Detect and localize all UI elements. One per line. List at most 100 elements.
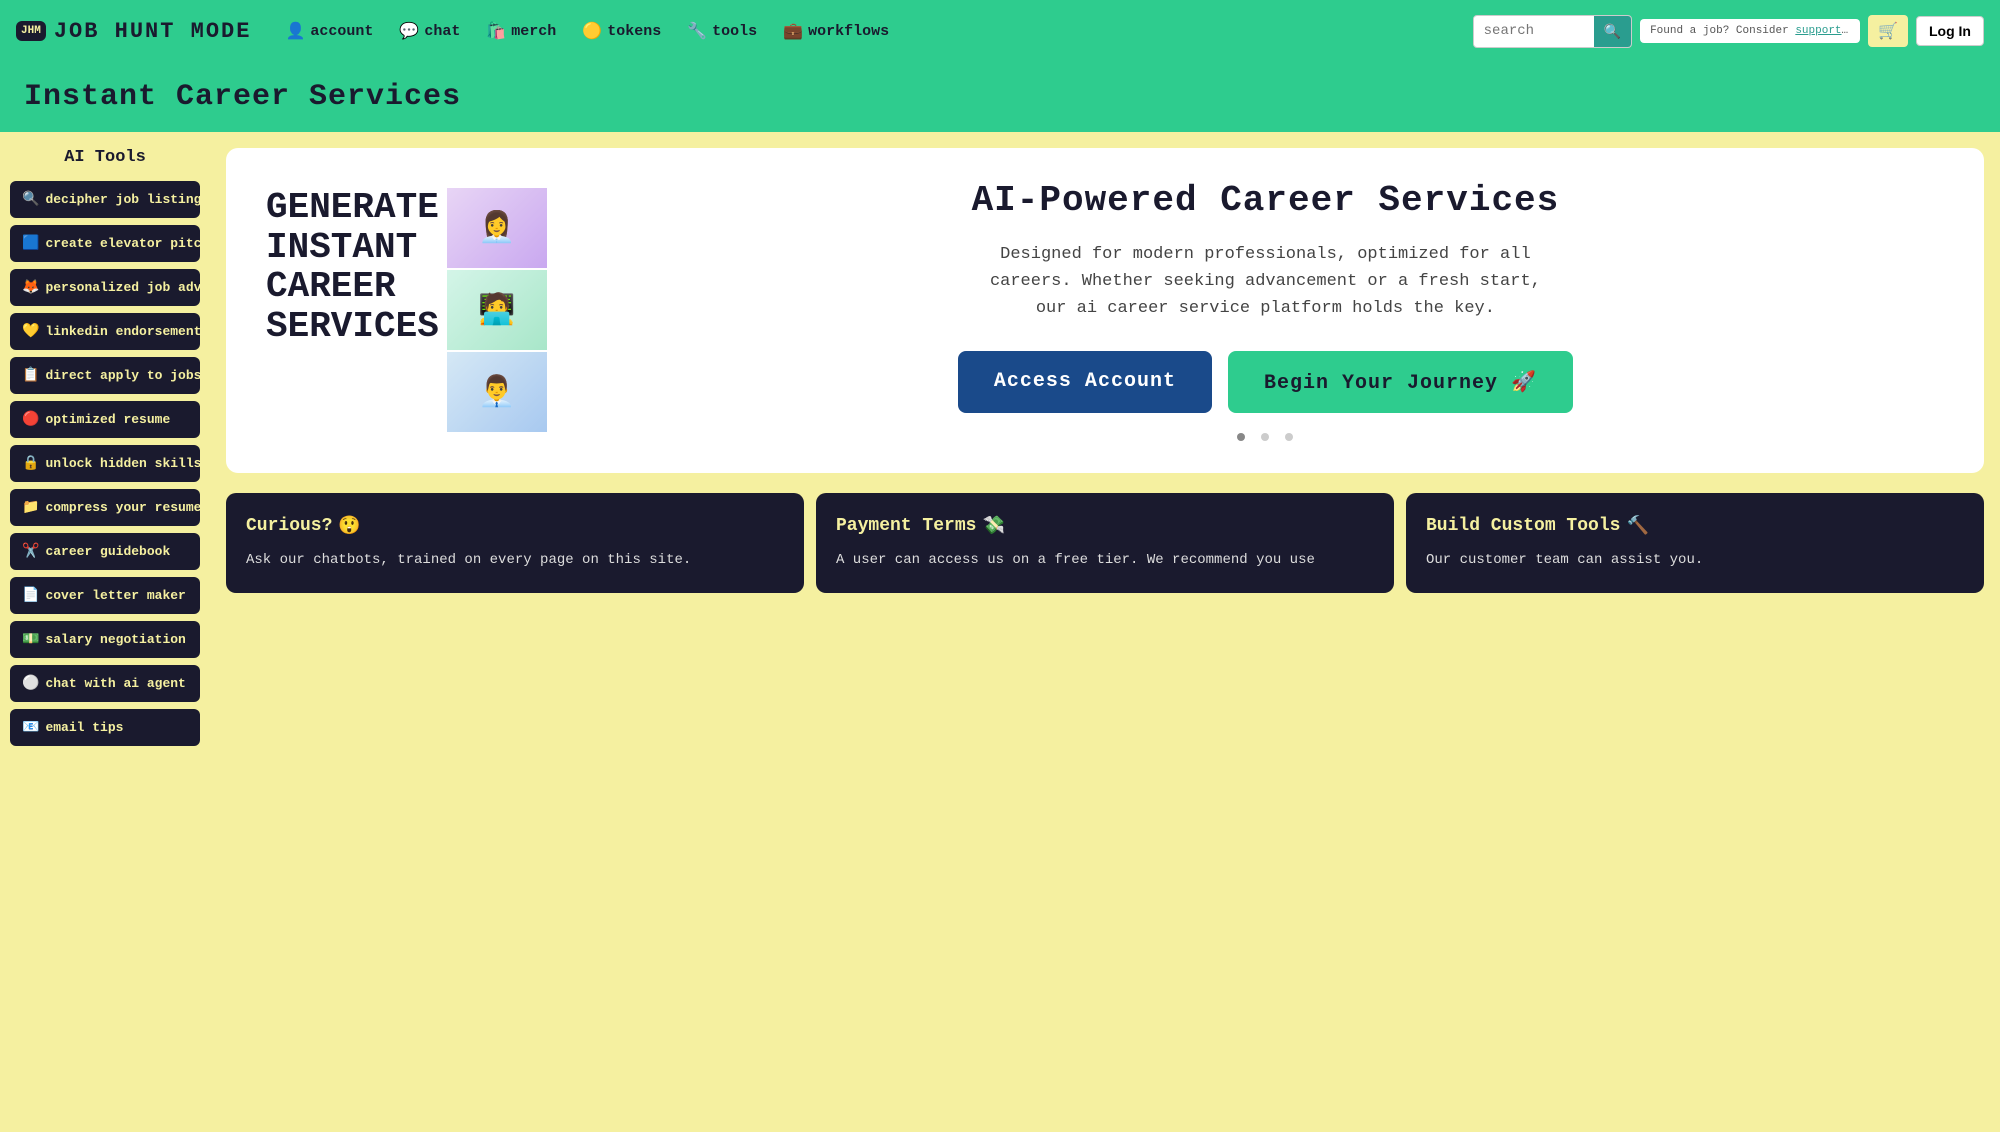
- content-area: GENERATE INSTANT CAREER SERVICES 👩‍💼 🧑‍💻…: [210, 132, 2000, 1132]
- info-card-body-2: Our customer team can assist you.: [1426, 549, 1964, 571]
- personalized-job-advice-icon: 🦊: [22, 279, 39, 296]
- info-card-0: Curious? 😲 Ask our chatbots, trained on …: [226, 493, 804, 593]
- login-button[interactable]: Log In: [1916, 16, 1984, 46]
- begin-journey-button[interactable]: Begin Your Journey 🚀: [1228, 351, 1573, 413]
- dot-1[interactable]: [1237, 433, 1245, 441]
- sidebar-item-optimized-resume[interactable]: 🔴optimized resume: [10, 401, 200, 438]
- hero-illustrations: 👩‍💼 🧑‍💻 👨‍💼: [447, 188, 547, 432]
- nav-link-account[interactable]: 👤account: [275, 17, 383, 45]
- salary-negotiation-icon: 💵: [22, 631, 39, 648]
- hero-description: Designed for modern professionals, optim…: [985, 241, 1545, 323]
- chat-icon: 💬: [399, 21, 419, 41]
- sidebar-label-salary-negotiation: salary negotiation: [45, 632, 185, 647]
- sidebar-item-cover-letter-maker[interactable]: 📄cover letter maker: [10, 577, 200, 614]
- sidebar-item-personalized-job-advice[interactable]: 🦊personalized job advice: [10, 269, 200, 306]
- info-card-title-2: Build Custom Tools 🔨: [1426, 515, 1964, 537]
- sidebar-item-email-tips[interactable]: 📧 email tips: [10, 709, 200, 746]
- hero-content: AI-Powered Career Services Designed for …: [587, 180, 1944, 441]
- cart-button[interactable]: 🛒: [1868, 15, 1908, 47]
- supporting-text: Found a job? Consider supporting the sit…: [1640, 19, 1860, 43]
- nav-link-label-tokens: tokens: [607, 23, 661, 40]
- info-card-emoji-1: 💸: [982, 515, 1004, 537]
- optimized-resume-icon: 🔴: [22, 411, 39, 428]
- nav-link-label-chat: chat: [424, 23, 460, 40]
- nav-link-label-tools: tools: [712, 23, 757, 40]
- sidebar-item-salary-negotiation[interactable]: 💵 salary negotiation: [10, 621, 200, 658]
- nav-link-label-workflows: workflows: [808, 23, 889, 40]
- hero-buttons: Access Account Begin Your Journey 🚀: [587, 351, 1944, 413]
- sidebar-label-decipher-job-listings: decipher job listings: [45, 192, 200, 207]
- sidebar-label-unlock-hidden-skills: unlock hidden skills: [45, 456, 200, 471]
- workflows-icon: 💼: [783, 21, 803, 41]
- search-input[interactable]: [1474, 17, 1594, 45]
- access-account-button[interactable]: Access Account: [958, 351, 1212, 413]
- nav-link-merch[interactable]: 🛍️ merch: [476, 17, 566, 45]
- hero-career: CAREER: [266, 267, 439, 307]
- sidebar-items: 🔍decipher job listings 🟦 create elevator p…: [10, 181, 200, 746]
- sidebar-item-linkedin-endorsements[interactable]: 💛 linkedin endorsements: [10, 313, 200, 350]
- banner-title: Instant Career Services: [24, 80, 461, 114]
- sidebar-item-decipher-job-listings[interactable]: 🔍decipher job listings: [10, 181, 200, 218]
- account-icon: 👤: [285, 21, 305, 41]
- logo-text: JOB HUNT MODE: [54, 19, 252, 44]
- sidebar-label-direct-apply-to-jobs: direct apply to jobs: [45, 368, 200, 383]
- cover-letter-maker-icon: 📄: [22, 587, 39, 604]
- sidebar-label-email-tips: email tips: [45, 720, 123, 735]
- hero-left-text: GENERATE INSTANT CAREER SERVICES: [266, 188, 439, 346]
- sidebar-item-unlock-hidden-skills[interactable]: 🔒 unlock hidden skills: [10, 445, 200, 482]
- nav-link-chat[interactable]: 💬 chat: [389, 17, 470, 45]
- nav-link-tools[interactable]: 🔧 tools: [677, 17, 767, 45]
- sidebar-label-create-elevator-pitch: create elevator pitch: [45, 236, 200, 251]
- create-elevator-pitch-icon: 🟦: [22, 235, 39, 252]
- nav-link-tokens[interactable]: 🟡 tokens: [572, 17, 671, 45]
- dot-2[interactable]: [1261, 433, 1269, 441]
- info-card-body-0: Ask our chatbots, trained on every page …: [246, 549, 784, 571]
- hero-services: SERVICES: [266, 307, 439, 347]
- sidebar-label-linkedin-endorsements: linkedin endorsements: [45, 324, 200, 339]
- info-card-2: Build Custom Tools 🔨 Our customer team c…: [1406, 493, 1984, 593]
- merch-icon: 🛍️: [486, 21, 506, 41]
- dot-3[interactable]: [1285, 433, 1293, 441]
- sidebar-title: AI Tools: [10, 148, 200, 167]
- sidebar-label-career-guidebook: career guidebook: [45, 544, 170, 559]
- linkedin-endorsements-icon: 💛: [22, 323, 39, 340]
- compress-your-resume-icon: 📁: [22, 499, 39, 516]
- logo[interactable]: JHM JOB HUNT MODE: [16, 19, 251, 44]
- email-tips-icon: 📧: [22, 719, 39, 736]
- illustration-2: 🧑‍💻: [447, 270, 547, 350]
- sidebar-item-direct-apply-to-jobs[interactable]: 📋 direct apply to jobs: [10, 357, 200, 394]
- search-button[interactable]: 🔍: [1594, 16, 1631, 47]
- info-card-title-0: Curious? 😲: [246, 515, 784, 537]
- hero-main-title: AI-Powered Career Services: [587, 180, 1944, 221]
- sidebar-item-career-guidebook[interactable]: ✂️ career guidebook: [10, 533, 200, 570]
- illustration-1: 👩‍💼: [447, 188, 547, 268]
- main-layout: AI Tools 🔍decipher job listings 🟦 create e…: [0, 132, 2000, 1132]
- tools-icon: 🔧: [687, 21, 707, 41]
- info-card-1: Payment Terms 💸 A user can access us on …: [816, 493, 1394, 593]
- hero-left-block: GENERATE INSTANT CAREER SERVICES 👩‍💼 🧑‍💻…: [266, 188, 547, 432]
- info-cards: Curious? 😲 Ask our chatbots, trained on …: [226, 493, 1984, 593]
- nav-link-workflows[interactable]: 💼 workflows: [773, 17, 899, 45]
- nav-link-label-merch: merch: [511, 23, 556, 40]
- career-guidebook-icon: ✂️: [22, 543, 39, 560]
- nav-right: 🔍 Found a job? Consider supporting the s…: [1473, 15, 1984, 48]
- logo-badge: JHM: [16, 21, 46, 41]
- carousel-dots: [587, 433, 1944, 441]
- direct-apply-to-jobs-icon: 📋: [22, 367, 39, 384]
- sidebar-label-chat-with-ai-agent: chat with ai agent: [45, 676, 185, 691]
- banner: Instant Career Services: [0, 62, 2000, 132]
- info-card-label-0: Curious?: [246, 516, 332, 536]
- unlock-hidden-skills-icon: 🔒: [22, 455, 39, 472]
- chat-with-ai-agent-icon: ⚪: [22, 675, 39, 692]
- search-container: 🔍: [1473, 15, 1632, 48]
- sidebar-item-chat-with-ai-agent[interactable]: ⚪ chat with ai agent: [10, 665, 200, 702]
- hero-instant: INSTANT: [266, 228, 439, 268]
- sidebar-item-compress-your-resume[interactable]: 📁compress your resume: [10, 489, 200, 526]
- sidebar-item-create-elevator-pitch[interactable]: 🟦 create elevator pitch: [10, 225, 200, 262]
- sidebar: AI Tools 🔍decipher job listings 🟦 create e…: [0, 132, 210, 1132]
- tokens-icon: 🟡: [582, 21, 602, 41]
- info-card-title-1: Payment Terms 💸: [836, 515, 1374, 537]
- info-card-emoji-0: 😲: [338, 515, 360, 537]
- supporting-link[interactable]: supporting the site: [1795, 25, 1860, 37]
- info-card-body-1: A user can access us on a free tier. We …: [836, 549, 1374, 571]
